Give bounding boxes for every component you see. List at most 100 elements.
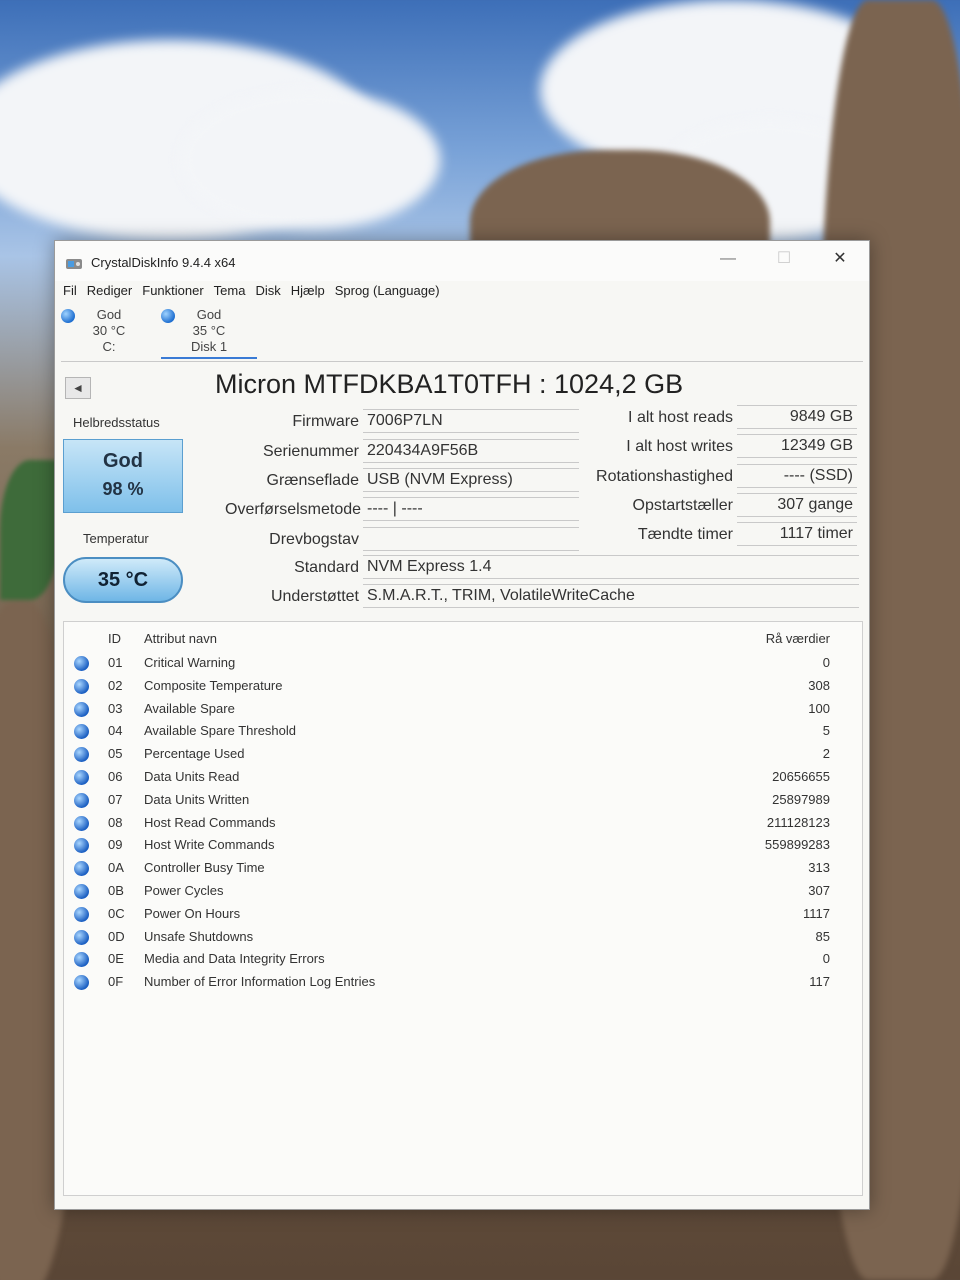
disk-tab-status: God xyxy=(196,307,222,322)
row-id: 03 xyxy=(108,700,123,716)
power-count-value: 307 gange xyxy=(737,493,857,517)
firmware-value: 7006P7LN xyxy=(363,409,579,433)
power-hours-label: Tændte timer xyxy=(637,526,733,543)
status-dot-icon xyxy=(74,906,89,922)
row-raw-value: 5 xyxy=(822,723,830,739)
health-status-value: God xyxy=(103,450,143,472)
row-attribute-name: Number of Error Information Log Entries xyxy=(144,974,376,990)
supported-value: S.M.A.R.T., TRIM, VolatileWriteCache xyxy=(363,584,859,608)
disk-tab-c[interactable]: God 30 °C C: xyxy=(61,307,157,359)
menu-rediger[interactable]: Rediger xyxy=(85,283,141,305)
row-attribute-name: Host Write Commands xyxy=(144,837,275,853)
disk-tab-disk1[interactable]: God 35 °C Disk 1 xyxy=(161,307,257,359)
disk-model-title: Micron MTFDKBA1T0TFH : 1024,2 GB xyxy=(215,369,684,399)
row-id: 05 xyxy=(108,746,123,762)
row-attribute-name: Host Read Commands xyxy=(144,814,276,830)
temperature-label: Temperatur xyxy=(83,531,149,546)
supported-label: Understøttet xyxy=(270,588,359,605)
rotation-value: ---- (SSD) xyxy=(737,464,857,488)
health-status-box[interactable]: God 98 % xyxy=(63,439,183,513)
row-raw-value: 100 xyxy=(808,700,830,716)
table-row[interactable]: 04 Available Spare Threshold 5 xyxy=(64,720,862,743)
row-raw-value: 1117 xyxy=(803,905,830,921)
status-dot-icon xyxy=(74,724,89,740)
standard-value: NVM Express 1.4 xyxy=(363,555,859,579)
status-dot-icon xyxy=(74,815,89,831)
row-id: 01 xyxy=(108,655,123,670)
table-row[interactable]: 09 Host Write Commands 559899283 xyxy=(64,834,862,857)
row-raw-value: 308 xyxy=(808,677,830,693)
table-row[interactable]: 0C Power On Hours 1117 xyxy=(64,903,862,926)
row-id: 04 xyxy=(108,723,123,739)
interface-label: Grænseflade xyxy=(266,472,360,489)
row-attribute-name: Media and Data Integrity Errors xyxy=(144,951,325,967)
table-row[interactable]: 0A Controller Busy Time 313 xyxy=(64,857,862,880)
menu-hjaelp[interactable]: Hjælp xyxy=(289,283,333,305)
disk-tab-label: C: xyxy=(102,339,116,354)
rotation-label: Rotationshastighed xyxy=(596,468,733,485)
menu-sprog[interactable]: Sprog (Language) xyxy=(333,283,448,305)
header-raw-values[interactable]: Rå værdier xyxy=(766,631,830,646)
table-row[interactable]: 0D Unsafe Shutdowns 85 xyxy=(64,926,862,949)
smart-table-header: ID Attribut navn Rå værdier xyxy=(64,628,862,650)
menu-bar: Fil Rediger Funktioner Tema Disk Hjælp S… xyxy=(61,283,448,305)
table-row[interactable]: 0E Media and Data Integrity Errors 0 xyxy=(64,948,862,971)
row-raw-value: 313 xyxy=(808,860,830,876)
serial-value: 220434A9F56B xyxy=(363,439,579,463)
status-dot-icon xyxy=(74,975,89,991)
row-raw-value: 211128123 xyxy=(766,814,830,830)
menu-funktioner[interactable]: Funktioner xyxy=(140,283,211,305)
status-dot-icon xyxy=(74,747,89,763)
header-attribute-name[interactable]: Attribut navn xyxy=(144,631,217,646)
divider xyxy=(61,361,863,362)
status-dot-icon xyxy=(74,929,89,945)
table-row[interactable]: 07 Data Units Written 25897989 xyxy=(64,789,862,812)
transfer-mode-label: Overførselsmetode xyxy=(225,501,362,518)
header-id[interactable]: ID xyxy=(108,631,138,646)
disk-tab-label: Disk 1 xyxy=(190,339,228,354)
menu-fil[interactable]: Fil xyxy=(61,283,85,305)
row-attribute-name: Power Cycles xyxy=(144,883,224,898)
standard-label: Standard xyxy=(294,559,359,576)
maximize-button[interactable]: ☐ xyxy=(761,245,807,273)
serial-label: Serienummer xyxy=(262,443,359,460)
temperature-value[interactable]: 35 °C xyxy=(63,557,183,603)
row-id: 09 xyxy=(108,837,123,853)
previous-disk-button[interactable]: ◄ xyxy=(65,377,91,399)
close-button[interactable]: ✕ xyxy=(817,245,863,273)
menu-tema[interactable]: Tema xyxy=(212,283,254,305)
table-row[interactable]: 01 Critical Warning 0 xyxy=(64,652,862,675)
window-title: CrystalDiskInfo 9.4.4 x64 xyxy=(91,255,236,270)
health-status-label: Helbredsstatus xyxy=(73,415,160,430)
table-row[interactable]: 0F Number of Error Information Log Entrie… xyxy=(64,971,862,994)
row-id: 0F xyxy=(108,974,124,990)
row-raw-value: 25897989 xyxy=(772,791,830,807)
row-raw-value: 117 xyxy=(809,974,830,990)
row-attribute-name: Data Units Read xyxy=(144,769,240,784)
status-dot-icon xyxy=(74,952,89,968)
status-dot-icon xyxy=(161,309,175,323)
row-attribute-name: Available Spare xyxy=(144,700,235,716)
table-row[interactable]: 08 Host Read Commands 211128123 xyxy=(64,812,862,835)
drive-letter-value xyxy=(363,527,579,551)
row-id: 0C xyxy=(108,905,125,921)
host-writes-value: 12349 GB xyxy=(737,434,857,458)
menu-disk[interactable]: Disk xyxy=(253,283,288,305)
drive-letter-label: Drevbogstav xyxy=(269,531,359,548)
title-bar[interactable]: CrystalDiskInfo 9.4.4 x64 — ☐ ✕ xyxy=(55,241,869,281)
table-row[interactable]: 02 Composite Temperature 308 xyxy=(64,675,862,698)
row-raw-value: 0 xyxy=(822,951,830,967)
row-id: 0E xyxy=(108,951,124,967)
minimize-button[interactable]: — xyxy=(705,245,751,273)
status-dot-icon xyxy=(74,701,89,717)
table-row[interactable]: 0B Power Cycles 307 xyxy=(64,880,862,903)
status-dot-icon xyxy=(74,770,89,785)
interface-value: USB (NVM Express) xyxy=(363,468,579,492)
table-row[interactable]: 03 Available Spare 100 xyxy=(64,698,862,721)
power-hours-value: 1117 timer xyxy=(737,522,857,546)
table-row[interactable]: 06 Data Units Read 20656655 xyxy=(64,766,862,789)
row-attribute-name: Available Spare Threshold xyxy=(144,723,297,739)
transfer-mode-value: ---- | ---- xyxy=(363,497,579,521)
table-row[interactable]: 05 Percentage Used 2 xyxy=(64,743,862,766)
status-dot-icon xyxy=(74,884,89,899)
